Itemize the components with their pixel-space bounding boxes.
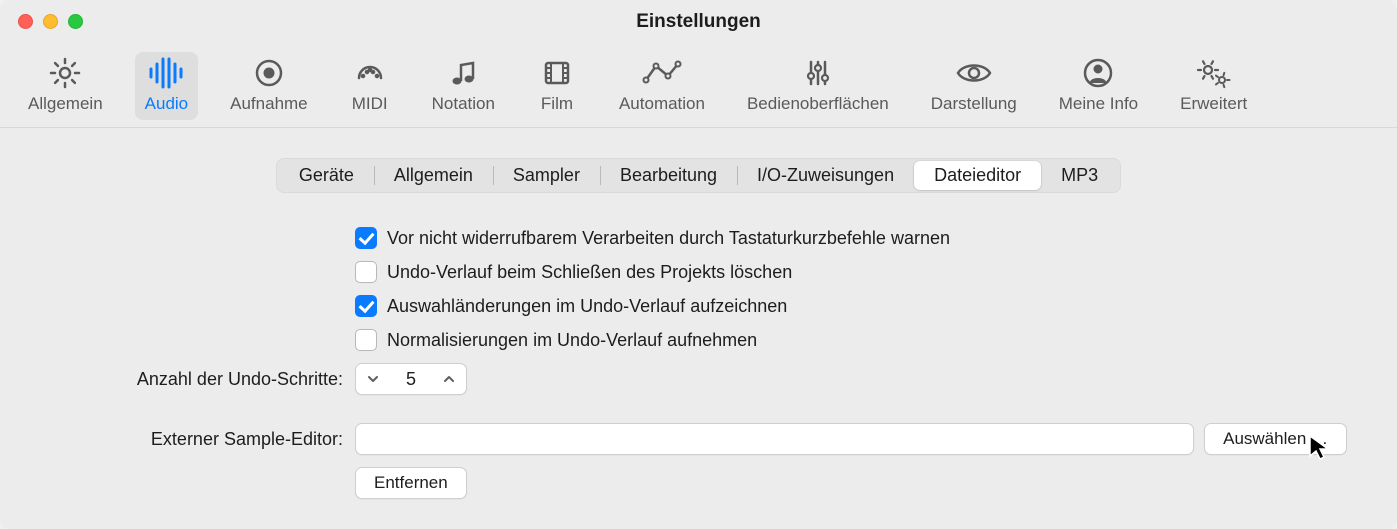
toolbar-tab-label: Erweitert [1180, 94, 1247, 114]
checkbox-label: Undo-Verlauf beim Schließen des Projekts… [387, 262, 792, 283]
toolbar-tab-erweitert[interactable]: Erweitert [1170, 52, 1257, 120]
external-editor-label: Externer Sample-Editor: [20, 429, 355, 450]
toolbar-tab-label: Bedienoberflächen [747, 94, 889, 114]
toolbar-tab-darstellung[interactable]: Darstellung [921, 52, 1027, 120]
record-icon [249, 56, 289, 90]
notes-icon [443, 56, 483, 90]
undo-steps-value: 5 [390, 369, 432, 390]
checkbox-row-warn-irrevocable: Vor nicht widerrufbarem Verarbeiten durc… [20, 227, 1377, 249]
checkbox-warn-irrevocable[interactable] [355, 227, 377, 249]
undo-steps-stepper[interactable]: 5 [355, 363, 467, 395]
toolbar-tab-label: Aufnahme [230, 94, 308, 114]
subtab-sampler[interactable]: Sampler [493, 161, 600, 190]
window-title: Einstellungen [636, 11, 761, 33]
toolbar-tab-allgemein[interactable]: Allgemein [18, 52, 113, 120]
gear-icon [45, 56, 85, 90]
subtab-allgemein2[interactable]: Allgemein [374, 161, 493, 190]
toolbar-tab-audio[interactable]: Audio [135, 52, 198, 120]
minimize-window-button[interactable] [43, 14, 58, 29]
toolbar-tab-label: Audio [145, 94, 188, 114]
subtab-dateieditor[interactable]: Dateieditor [914, 161, 1041, 190]
checkbox-label: Normalisierungen im Undo-Verlauf aufnehm… [387, 330, 757, 351]
toolbar-tab-midi[interactable]: MIDI [340, 52, 400, 120]
toolbar-tab-label: Notation [432, 94, 495, 114]
form-area: Vor nicht widerrufbarem Verarbeiten durc… [20, 227, 1377, 511]
toolbar-tab-label: Meine Info [1059, 94, 1138, 114]
preferences-window: Einstellungen Allgemein Audio Aufnahme MIDI… [0, 0, 1397, 529]
toolbar-tab-notation[interactable]: Notation [422, 52, 505, 120]
checkbox-row-clear-undo-close: Undo-Verlauf beim Schließen des Projekts… [20, 261, 1377, 283]
subtab-mp3[interactable]: MP3 [1041, 161, 1118, 190]
checkbox-label: Vor nicht widerrufbarem Verarbeiten durc… [387, 228, 950, 249]
gears-icon [1194, 56, 1234, 90]
external-editor-row: Externer Sample-Editor: Auswählen … [20, 423, 1377, 455]
checkbox-record-normalize-undo[interactable] [355, 329, 377, 351]
toolbar-tab-bedienoberflaechen[interactable]: Bedienoberflächen [737, 52, 899, 120]
toolbar-tab-label: MIDI [352, 94, 388, 114]
stepper-increase-icon[interactable] [432, 364, 466, 394]
external-editor-input[interactable] [355, 423, 1194, 455]
subtab-iozuweisungen[interactable]: I/O-Zuweisungen [737, 161, 914, 190]
automation-icon [642, 56, 682, 90]
sliders-icon [798, 56, 838, 90]
person-icon [1078, 56, 1118, 90]
checkbox-label: Auswahländerungen im Undo-Verlauf aufzei… [387, 296, 787, 317]
checkbox-row-record-selection-undo: Auswahländerungen im Undo-Verlauf aufzei… [20, 295, 1377, 317]
toolbar-tab-meine-info[interactable]: Meine Info [1049, 52, 1148, 120]
checkbox-row-record-normalize-undo: Normalisierungen im Undo-Verlauf aufnehm… [20, 329, 1377, 351]
toolbar: Allgemein Audio Aufnahme MIDI Notation Film Au… [0, 44, 1397, 128]
content-area: GeräteAllgemeinSamplerBearbeitungI/O-Zuw… [0, 128, 1397, 511]
toolbar-tab-label: Film [541, 94, 573, 114]
toolbar-tab-automation[interactable]: Automation [609, 52, 715, 120]
undo-steps-label: Anzahl der Undo-Schritte: [20, 369, 355, 390]
titlebar: Einstellungen [0, 0, 1397, 44]
subtab-bearbeitung[interactable]: Bearbeitung [600, 161, 737, 190]
close-window-button[interactable] [18, 14, 33, 29]
toolbar-tab-label: Automation [619, 94, 705, 114]
checkbox-record-selection-undo[interactable] [355, 295, 377, 317]
subtab-segmented-control: GeräteAllgemeinSamplerBearbeitungI/O-Zuw… [276, 158, 1121, 193]
toolbar-tab-label: Darstellung [931, 94, 1017, 114]
film-icon [537, 56, 577, 90]
toolbar-tab-film[interactable]: Film [527, 52, 587, 120]
toolbar-tab-label: Allgemein [28, 94, 103, 114]
stepper-decrease-icon[interactable] [356, 364, 390, 394]
waveform-icon [146, 56, 186, 90]
undo-steps-row: Anzahl der Undo-Schritte: 5 [20, 363, 1377, 395]
subtab-geraete[interactable]: Geräte [279, 161, 374, 190]
remove-button[interactable]: Entfernen [355, 467, 467, 499]
eye-icon [954, 56, 994, 90]
external-editor-remove-row: Entfernen [20, 467, 1377, 499]
zoom-window-button[interactable] [68, 14, 83, 29]
toolbar-tab-aufnahme[interactable]: Aufnahme [220, 52, 318, 120]
midi-icon [350, 56, 390, 90]
window-controls [18, 14, 83, 29]
choose-button[interactable]: Auswählen … [1204, 423, 1347, 455]
checkbox-clear-undo-close[interactable] [355, 261, 377, 283]
